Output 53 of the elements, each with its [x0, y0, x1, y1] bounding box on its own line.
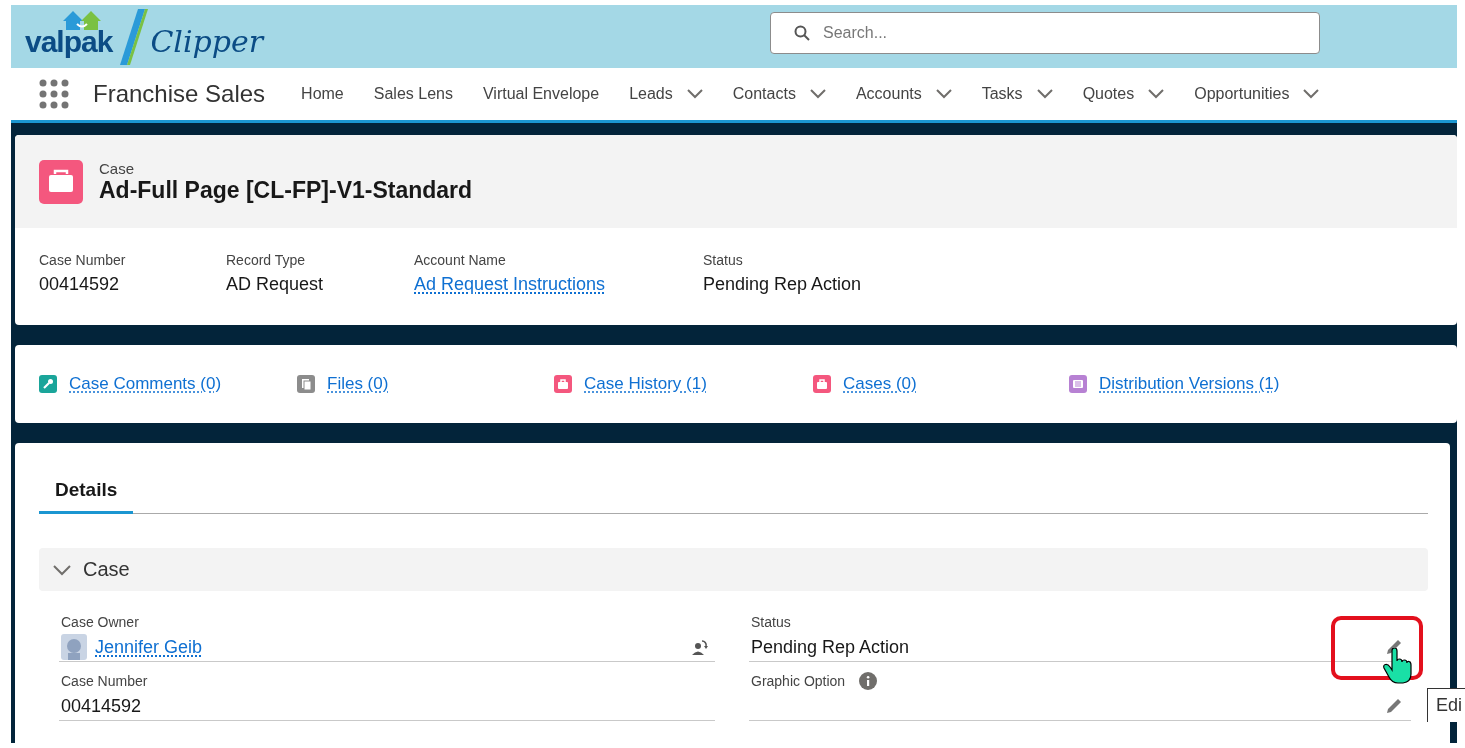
- related-list-link[interactable]: Distribution Versions (1): [1099, 374, 1280, 394]
- logo-text: Clipper: [150, 23, 264, 59]
- chevron-down-icon: [53, 563, 71, 576]
- nav-tab[interactable]: Quotes: [1082, 85, 1165, 103]
- field-label: Graphic Option: [751, 673, 846, 689]
- slash-icon: [118, 6, 149, 67]
- logo-text: valpak: [25, 24, 113, 59]
- field-label: Status: [703, 252, 744, 268]
- avatar-icon: [61, 634, 87, 660]
- nav-tab[interactable]: Opportunities: [1194, 85, 1320, 103]
- field-value: Pending Rep Action: [751, 636, 910, 658]
- record-title: Ad-Full Page [CL-FP]-V1-Standard: [99, 176, 473, 204]
- nav-tab[interactable]: Virtual Envelope: [482, 85, 600, 103]
- nav-tab[interactable]: Accounts: [855, 85, 952, 103]
- field-value: Pending Rep Action: [703, 274, 863, 295]
- field-value: 00414592: [39, 274, 121, 295]
- nav-tab[interactable]: Tasks: [981, 85, 1053, 103]
- nav-tab[interactable]: Sales Lens: [373, 85, 453, 103]
- chevron-down-icon[interactable]: [1036, 89, 1053, 99]
- nav-tab[interactable]: Contacts: [732, 85, 826, 103]
- field-label: Case Owner: [61, 614, 139, 630]
- section-header[interactable]: Case: [39, 548, 1428, 591]
- chevron-down-icon[interactable]: [1148, 89, 1165, 99]
- chevron-down-icon[interactable]: [1303, 89, 1320, 99]
- chevron-down-icon[interactable]: [686, 89, 703, 99]
- nav-tab[interactable]: Leads: [629, 85, 703, 103]
- app-name: Franchise Sales: [93, 80, 266, 108]
- object-label: Case: [99, 159, 136, 177]
- tooltip: Edi: [1427, 688, 1465, 722]
- owner-link[interactable]: Jennifer Geib: [95, 636, 203, 658]
- field-label: Case Number: [61, 673, 148, 689]
- account-link[interactable]: Ad Request Instructions: [414, 274, 703, 295]
- related-list-link[interactable]: Cases (0): [843, 374, 917, 394]
- field-label: Record Type: [226, 252, 307, 268]
- briefcase-icon: [39, 159, 83, 204]
- field-label: Case Number: [39, 252, 127, 268]
- change-owner-icon[interactable]: [691, 638, 709, 656]
- field-label: Status: [751, 614, 791, 630]
- field-value: AD Request: [226, 274, 325, 295]
- hand-cursor-icon: [1383, 648, 1413, 684]
- info-icon[interactable]: [859, 672, 878, 690]
- related-list-link[interactable]: Case History (1): [584, 374, 707, 394]
- chevron-down-icon[interactable]: [809, 89, 826, 99]
- app-launcher-icon[interactable]: [39, 79, 69, 109]
- chevron-down-icon[interactable]: [935, 89, 952, 99]
- details-tab[interactable]: Details: [39, 473, 134, 514]
- search-icon: [794, 25, 810, 41]
- field-value: 00414592: [61, 695, 142, 717]
- related-list-link[interactable]: Case Comments (0): [69, 374, 222, 394]
- field-label: Account Name: [414, 252, 507, 268]
- search-field[interactable]: Search...: [770, 12, 1320, 54]
- nav-tab[interactable]: Home: [301, 85, 344, 103]
- related-list-link[interactable]: Files (0): [327, 374, 389, 394]
